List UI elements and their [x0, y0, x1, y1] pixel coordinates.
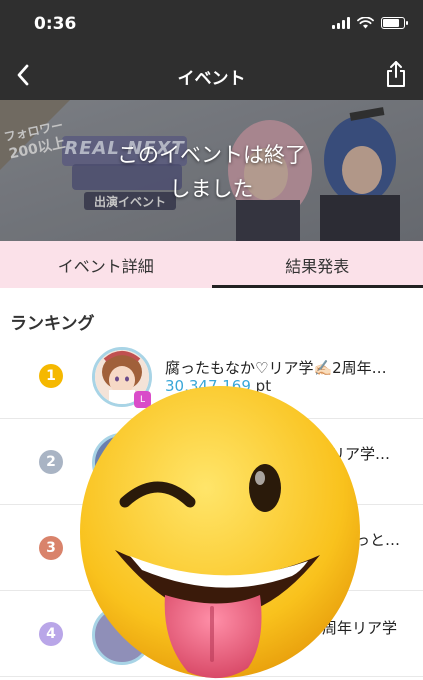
status-bar: 0:36: [0, 0, 423, 50]
rank-badge: 3: [39, 536, 63, 560]
rank-badge: 4: [39, 622, 63, 646]
signal-icon: [332, 17, 350, 29]
event-banner[interactable]: フォロワー 200以上 REAL NEXT 出演イベント このイベントは終了 し…: [0, 100, 423, 241]
ranking-title: ランキング: [10, 314, 95, 334]
battery-icon: [381, 17, 408, 29]
event-ended-message: このイベントは終了 しました: [80, 138, 343, 206]
wifi-icon: [357, 17, 374, 29]
status-time: 0:36: [34, 14, 77, 34]
event-ended-line-1: このイベントは終了: [117, 143, 306, 167]
rank-badge: 2: [39, 450, 63, 474]
rank-badge: 1: [39, 364, 63, 388]
winking-tongue-emoji-icon: [80, 386, 360, 679]
tab-event-details[interactable]: イベント詳細: [0, 241, 212, 288]
nav-bar: イベント: [0, 50, 423, 100]
status-icons: [332, 17, 408, 29]
tab-bar: イベント詳細 結果発表: [0, 241, 423, 288]
share-button[interactable]: [381, 58, 411, 90]
page-title: イベント: [177, 69, 246, 89]
rank-user-name: 腐ったもなか♡リア学✍🏻2周年…: [165, 359, 387, 377]
tab-results[interactable]: 結果発表: [211, 241, 423, 288]
event-ended-line-2: しました: [169, 177, 254, 201]
share-icon: [387, 61, 405, 87]
